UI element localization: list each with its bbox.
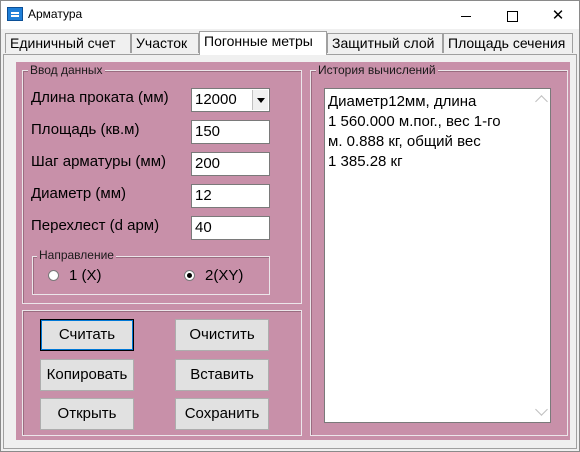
clear-button[interactable]: Очистить: [175, 319, 269, 351]
overlap-label: Перехлест (d арм): [31, 217, 160, 234]
direction-legend: Направление: [37, 248, 116, 262]
history-textarea[interactable]: Диаметр12мм, длина 1 560.000 м.пог., вес…: [324, 88, 551, 423]
tab-section[interactable]: Участок: [131, 33, 199, 53]
app-icon: [7, 7, 23, 21]
minimize-icon: [461, 15, 471, 17]
direction-xy-label[interactable]: 2(XY): [205, 267, 243, 284]
copy-button[interactable]: Копировать: [40, 359, 134, 391]
diameter-input[interactable]: 12: [191, 184, 270, 208]
overlap-input[interactable]: 40: [191, 216, 270, 240]
minimize-button[interactable]: [443, 1, 489, 29]
open-button[interactable]: Открыть: [40, 398, 134, 430]
save-button[interactable]: Сохранить: [175, 398, 269, 430]
scroll-down-icon[interactable]: [535, 403, 548, 416]
tab-cross-section-area[interactable]: Площадь сечения: [443, 33, 573, 53]
maximize-icon: [506, 10, 518, 22]
history-legend: История вычислений: [316, 63, 438, 77]
maximize-button[interactable]: [489, 1, 535, 29]
tab-protective-layer[interactable]: Защитный слой: [327, 33, 443, 53]
rebar-spacing-input[interactable]: 200: [191, 152, 270, 176]
window-title: Арматура: [28, 7, 83, 21]
tab-running-meters[interactable]: Погонные метры: [199, 31, 327, 55]
paste-button[interactable]: Вставить: [175, 359, 269, 391]
direction-xy-radio[interactable]: [184, 270, 195, 281]
close-button[interactable]: ✕: [535, 1, 580, 29]
input-group-legend: Ввод данных: [28, 63, 105, 77]
direction-x-label[interactable]: 1 (X): [69, 267, 102, 284]
chevron-down-icon[interactable]: [252, 90, 268, 110]
history-scrollbar[interactable]: [533, 89, 550, 422]
diameter-label: Диаметр (мм): [31, 185, 127, 202]
direction-x-radio[interactable]: [48, 270, 59, 281]
calculate-button[interactable]: Считать: [40, 319, 134, 351]
tab-strip: Единичный счет Участок Погонные метры За…: [3, 31, 577, 55]
scroll-up-icon[interactable]: [535, 95, 548, 108]
area-label: Площадь (кв.м): [31, 121, 140, 138]
rolled-length-value: 12000: [195, 91, 237, 108]
history-text: Диаметр12мм, длина 1 560.000 м.пог., вес…: [328, 93, 501, 170]
close-icon: ✕: [551, 6, 565, 24]
rolled-length-select[interactable]: 12000: [191, 88, 270, 112]
title-bar[interactable]: Арматура ✕: [1, 1, 579, 29]
tab-single-count[interactable]: Единичный счет: [5, 33, 131, 53]
rebar-spacing-label: Шаг арматуры (мм): [31, 153, 167, 170]
rolled-length-label: Длина проката (мм): [31, 89, 169, 106]
area-input[interactable]: 150: [191, 120, 270, 144]
